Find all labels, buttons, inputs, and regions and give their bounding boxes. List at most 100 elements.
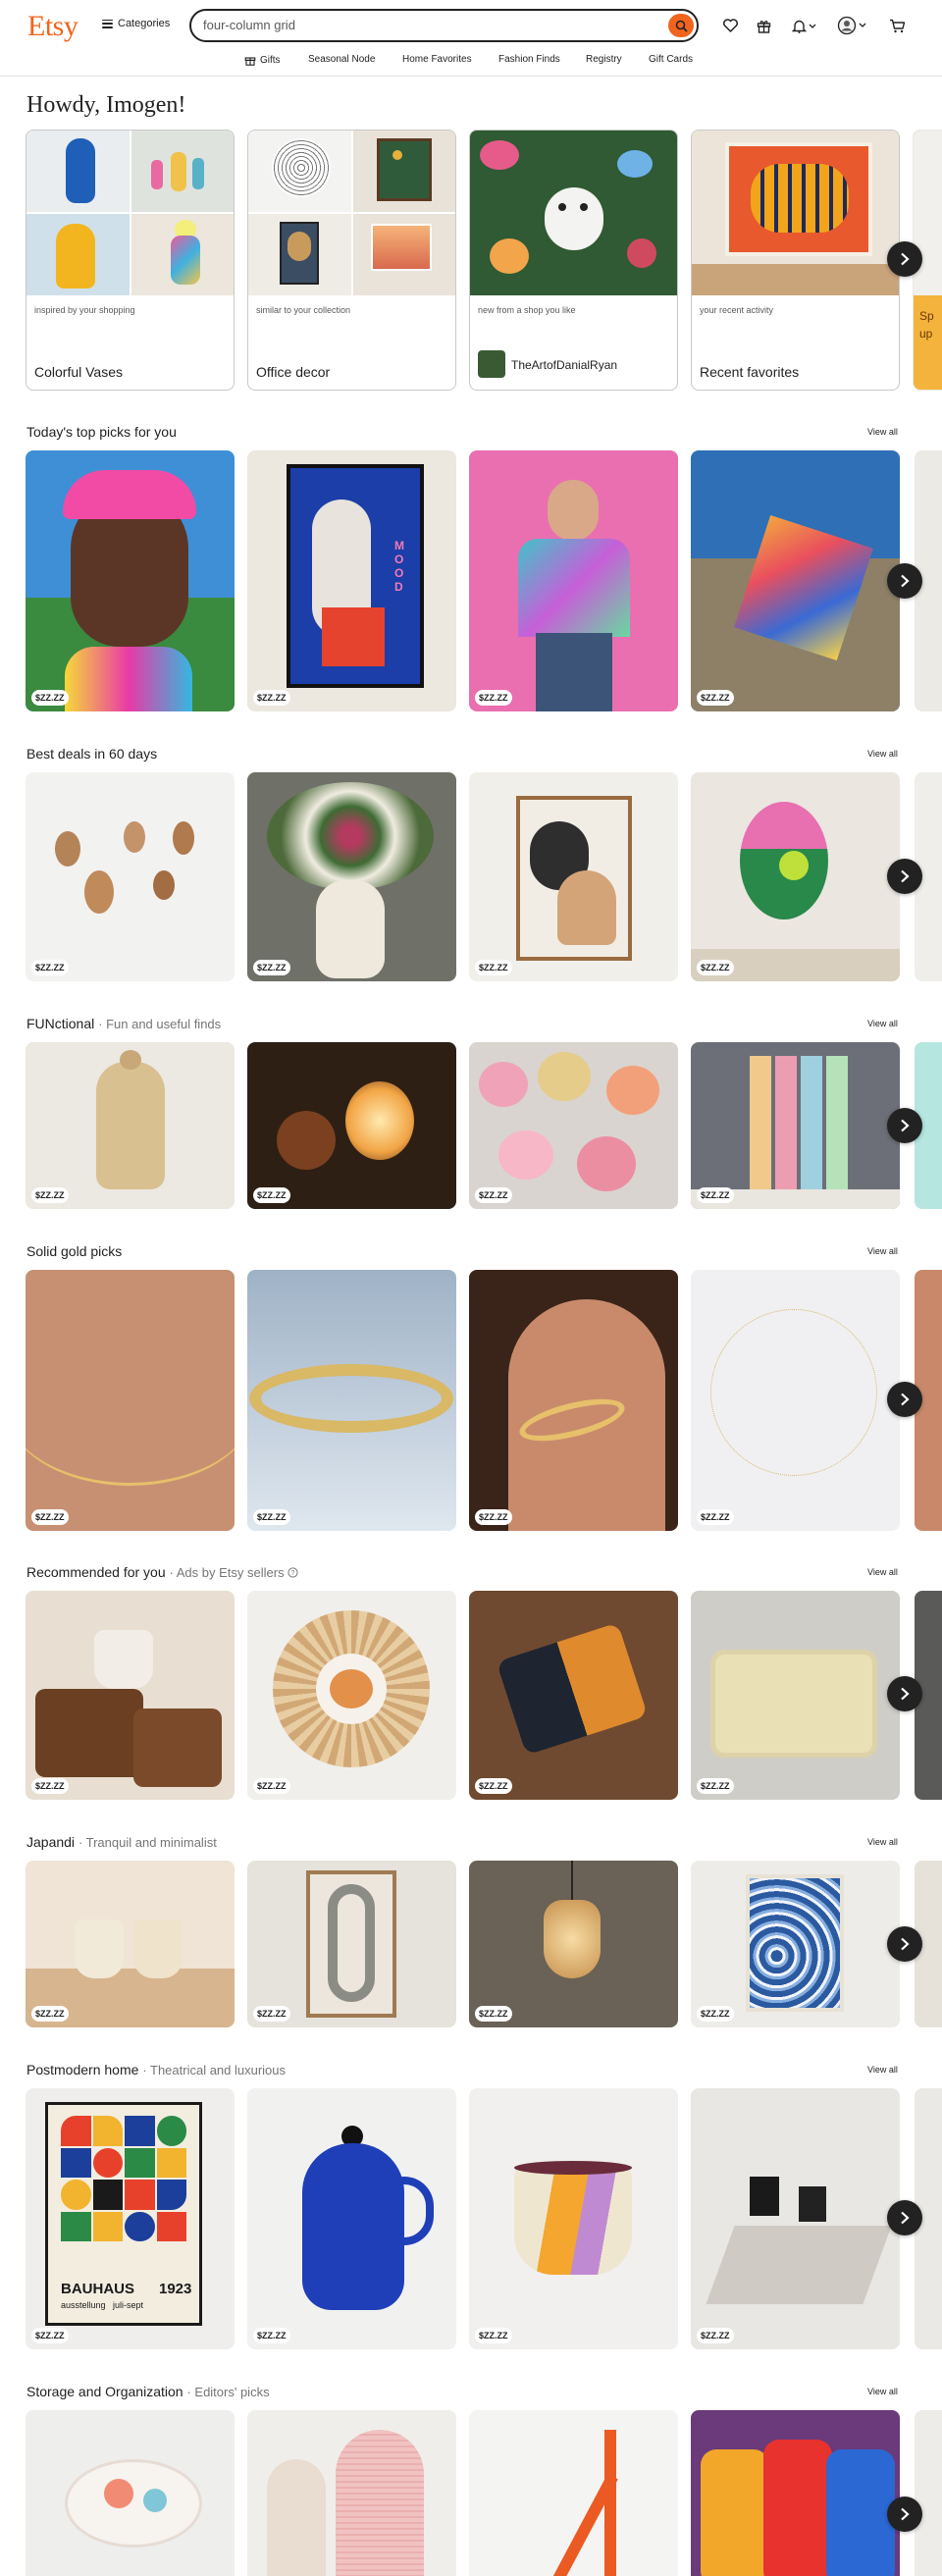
view-all-link[interactable]: View all <box>867 1837 898 1847</box>
card-title: Sp up <box>919 309 934 341</box>
view-all-link[interactable]: View all <box>867 427 898 437</box>
product-tile[interactable]: $ZZ.ZZ <box>26 1861 235 2027</box>
carousel-next-button[interactable] <box>887 2200 922 2235</box>
favorites-icon[interactable] <box>719 16 741 35</box>
carousel-next-button[interactable] <box>887 1108 922 1143</box>
product-tile[interactable]: $ZZ.ZZ <box>469 1042 678 1209</box>
nav-fashion-finds[interactable]: Fashion Finds <box>498 54 560 65</box>
price-tag: $ZZ.ZZ <box>253 690 290 706</box>
price-tag: $ZZ.ZZ <box>475 2006 512 2022</box>
product-image <box>470 131 677 295</box>
product-tile[interactable] <box>691 2410 900 2576</box>
collage-image <box>248 131 455 295</box>
shop-name: TheArtofDanialRyan <box>511 358 618 372</box>
shopping-card-office-decor[interactable]: similar to your collection Office decor <box>247 130 456 391</box>
categories-label: Categories <box>118 18 171 29</box>
carousel-next-button[interactable] <box>887 1676 922 1711</box>
cart-icon[interactable] <box>886 16 908 35</box>
section-title: Storage and Organization · Editors' pick… <box>26 2384 270 2399</box>
product-image <box>692 131 899 295</box>
search-icon <box>675 20 688 32</box>
carousel-next-button[interactable] <box>887 241 922 277</box>
carousel-next-button[interactable] <box>887 1926 922 1962</box>
product-tile[interactable]: $ZZ.ZZ <box>469 772 678 981</box>
product-tile[interactable]: $ZZ.ZZ <box>469 450 678 711</box>
info-icon[interactable]: ? <box>288 1567 299 1578</box>
chevron-right-icon <box>901 869 910 883</box>
shopping-card-shop[interactable]: new from a shop you like TheArtofDanialR… <box>469 130 678 391</box>
chevron-right-icon <box>901 574 910 588</box>
product-tile[interactable]: $ZZ.ZZ <box>691 772 900 981</box>
nav-home-favorites[interactable]: Home Favorites <box>402 54 472 65</box>
view-all-link[interactable]: View all <box>867 1567 898 1577</box>
price-tag: $ZZ.ZZ <box>31 1778 69 1794</box>
product-tile[interactable] <box>26 2410 235 2576</box>
product-tile[interactable]: $ZZ.ZZ <box>691 1042 900 1209</box>
product-tile[interactable]: $ZZ.ZZ <box>691 450 900 711</box>
product-tile[interactable]: $ZZ.ZZ <box>469 1591 678 1800</box>
product-tile[interactable] <box>247 2410 456 2576</box>
search-input[interactable] <box>203 18 635 32</box>
product-tile[interactable]: $ZZ.ZZ <box>469 2088 678 2349</box>
product-tile[interactable]: $ZZ.ZZ <box>26 1591 235 1800</box>
product-tile[interactable]: BAUHAUS 1923 ausstellung juli-sept $ZZ.Z… <box>26 2088 235 2349</box>
product-tile[interactable]: MOOD $ZZ.ZZ <box>247 450 456 711</box>
price-tag: $ZZ.ZZ <box>697 1187 734 1203</box>
product-tile[interactable]: $ZZ.ZZ <box>691 2088 900 2349</box>
card-title: Colorful Vases <box>34 364 124 380</box>
product-tile-peek[interactable] <box>915 2410 942 2576</box>
product-tile[interactable]: $ZZ.ZZ <box>247 1042 456 1209</box>
carousel-next-button[interactable] <box>887 859 922 894</box>
view-all-link[interactable]: View all <box>867 1246 898 1256</box>
product-tile[interactable]: $ZZ.ZZ <box>247 772 456 981</box>
gift-icon[interactable] <box>753 16 774 35</box>
carousel-next-button[interactable] <box>887 563 922 599</box>
search-bar <box>189 9 699 42</box>
price-tag: $ZZ.ZZ <box>475 1778 512 1794</box>
notifications-icon[interactable] <box>788 16 821 35</box>
categories-button[interactable]: Categories <box>102 18 170 29</box>
product-tile[interactable]: $ZZ.ZZ <box>26 1270 235 1531</box>
nav-seasonal[interactable]: Seasonal Node <box>308 54 375 65</box>
card-caption: similar to your collection <box>256 305 351 315</box>
poster-text: ausstellung juli-sept <box>61 2300 144 2310</box>
chevron-right-icon <box>901 2507 910 2521</box>
carousel-next-button[interactable] <box>887 2497 922 2532</box>
chevron-right-icon <box>901 1937 910 1951</box>
shopping-card-recent-favorites[interactable]: your recent activity Recent favorites <box>691 130 900 391</box>
view-all-link[interactable]: View all <box>867 2387 898 2396</box>
nav-gifts[interactable]: Gifts <box>244 54 281 66</box>
carousel-next-button[interactable] <box>887 1382 922 1417</box>
product-tile[interactable]: $ZZ.ZZ <box>247 2088 456 2349</box>
view-all-link[interactable]: View all <box>867 2065 898 2075</box>
shopping-card-colorful-vases[interactable]: inspired by your shopping Colorful Vases <box>26 130 235 391</box>
product-tile[interactable]: $ZZ.ZZ <box>691 1861 900 2027</box>
product-tile[interactable]: $ZZ.ZZ <box>26 1042 235 1209</box>
view-all-link[interactable]: View all <box>867 749 898 759</box>
product-tile[interactable]: $ZZ.ZZ <box>469 1861 678 2027</box>
section-title: FUNctional · Fun and useful finds <box>26 1016 222 1031</box>
search-button[interactable] <box>668 14 694 37</box>
price-tag: $ZZ.ZZ <box>253 1187 290 1203</box>
price-tag: $ZZ.ZZ <box>253 960 290 975</box>
nav-registry[interactable]: Registry <box>586 54 622 65</box>
account-icon[interactable] <box>836 16 869 35</box>
product-tile[interactable]: $ZZ.ZZ <box>247 1861 456 2027</box>
product-tile[interactable]: $ZZ.ZZ <box>247 1591 456 1800</box>
etsy-logo[interactable]: Etsy <box>27 10 78 43</box>
product-tile[interactable]: $ZZ.ZZ <box>691 1591 900 1800</box>
view-all-link[interactable]: View all <box>867 1019 898 1028</box>
card-caption: inspired by your shopping <box>34 305 135 315</box>
price-tag: $ZZ.ZZ <box>697 960 734 975</box>
product-tile[interactable]: $ZZ.ZZ <box>247 1270 456 1531</box>
svg-text:?: ? <box>291 1570 295 1577</box>
nav-gift-cards[interactable]: Gift Cards <box>649 54 693 65</box>
product-tile[interactable]: $ZZ.ZZ <box>469 1270 678 1531</box>
product-tile[interactable]: $ZZ.ZZ <box>691 1270 900 1531</box>
product-tile[interactable]: $ZZ.ZZ <box>26 450 235 711</box>
product-tile[interactable] <box>469 2410 678 2576</box>
section-title: Recommended for you · Ads by Etsy seller… <box>26 1564 299 1580</box>
collage-image <box>26 131 234 295</box>
product-tile[interactable]: $ZZ.ZZ <box>26 772 235 981</box>
chevron-right-icon <box>901 252 910 266</box>
